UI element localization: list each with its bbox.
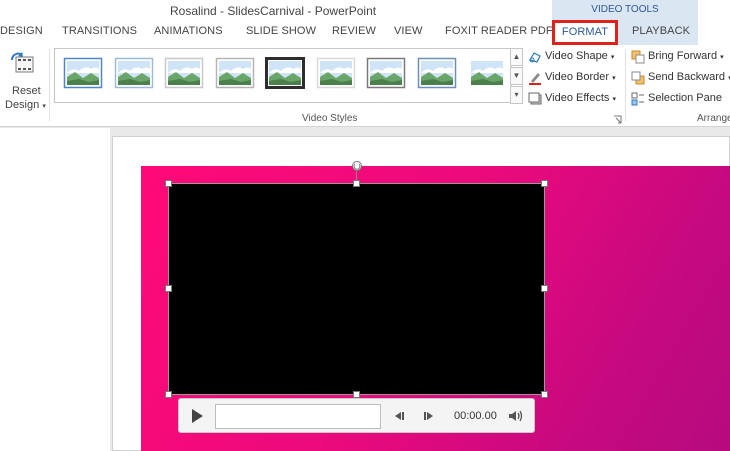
tab-review[interactable]: REVIEW	[332, 25, 376, 37]
rotate-handle-icon[interactable]	[351, 160, 363, 172]
resize-handle-bottom-right[interactable]	[541, 391, 548, 398]
video-style-thumbnail[interactable]	[467, 57, 507, 89]
video-effects-label: Video Effects ▾	[545, 92, 616, 104]
resize-handle-top-left[interactable]	[165, 180, 172, 187]
time-readout: 00:00.00	[454, 410, 497, 422]
resize-handle-right[interactable]	[541, 285, 548, 292]
video-tools-context-header: VIDEO TOOLS	[552, 0, 698, 20]
dropdown-arrow-icon: ▾	[720, 54, 724, 61]
gallery-scroll-down-button[interactable]: ▼	[510, 67, 523, 85]
video-style-thumbnail[interactable]	[265, 57, 305, 89]
group-divider	[49, 49, 50, 121]
title-bar: Rosalind - SlidesCarnival - PowerPoint V…	[0, 0, 730, 20]
video-styles-group-label: Video Styles	[302, 113, 358, 124]
video-tools-label: VIDEO TOOLS	[591, 4, 659, 15]
video-shape-text: Video Shape	[545, 50, 608, 62]
resize-handle-bottom-left[interactable]	[165, 391, 172, 398]
dialog-launcher-icon[interactable]	[613, 115, 622, 124]
skip-forward-icon[interactable]	[423, 410, 435, 422]
arrange-group-label: Arrange	[697, 113, 730, 124]
tab-transitions[interactable]: TRANSITIONS	[62, 25, 137, 37]
video-border-text: Video Border	[545, 71, 610, 83]
send-backward-icon	[631, 71, 645, 85]
dropdown-arrow-icon: ▾	[612, 96, 616, 103]
dropdown-arrow-icon: ▾	[42, 103, 46, 110]
send-backward-text: Send Backward	[648, 71, 726, 83]
video-style-thumbnail[interactable]	[63, 57, 103, 89]
playback-progress-bar[interactable]	[215, 404, 381, 429]
bring-forward-label: Bring Forward ▾	[648, 50, 724, 62]
video-style-thumbnail[interactable]	[215, 57, 255, 89]
selection-pane-icon	[631, 92, 644, 106]
tab-slide-show[interactable]: SLIDE SHOW	[246, 25, 316, 37]
ribbon-format-panel: Reset Design ▾ ▲ ▼ ▾ Video Shape ▾ Video…	[0, 45, 730, 127]
video-style-thumbnail[interactable]	[417, 57, 457, 89]
video-style-thumbnail[interactable]	[366, 57, 406, 89]
tab-view[interactable]: VIEW	[394, 25, 423, 37]
video-effects-icon	[528, 92, 542, 105]
video-style-thumbnail[interactable]	[164, 57, 204, 89]
ribbon-tabs: DESIGN TRANSITIONS ANIMATIONS SLIDE SHOW…	[0, 20, 730, 45]
send-backward-label: Send Backward ▾	[648, 71, 730, 83]
slide-thumbnail-pane[interactable]	[0, 128, 110, 451]
video-styles-gallery	[54, 48, 512, 103]
video-player-controls: 00:00.00	[178, 398, 535, 433]
dropdown-arrow-icon: ▾	[612, 75, 616, 82]
resize-handle-top[interactable]	[353, 180, 360, 187]
tab-design[interactable]: DESIGN	[0, 25, 43, 37]
reset-design-button[interactable]: Reset Design ▾	[2, 49, 46, 115]
video-shape-icon	[529, 52, 541, 63]
gallery-more-button[interactable]: ▾	[510, 86, 523, 104]
video-placeholder[interactable]	[168, 183, 545, 395]
video-shape-label: Video Shape ▾	[545, 50, 614, 62]
skip-back-icon[interactable]	[393, 410, 405, 422]
volume-icon[interactable]	[508, 409, 524, 423]
design-label: Design	[5, 99, 40, 111]
tab-format[interactable]: FORMAT	[552, 20, 618, 45]
dropdown-arrow-icon: ▾	[610, 54, 615, 61]
video-border-label: Video Border ▾	[545, 71, 616, 83]
gallery-scroll-up-button[interactable]: ▲	[510, 48, 523, 66]
resize-handle-left[interactable]	[165, 285, 172, 292]
play-icon[interactable]	[189, 408, 205, 424]
bring-forward-icon	[631, 50, 645, 64]
tab-foxit-reader-pdf[interactable]: FOXIT READER PDF	[445, 25, 553, 37]
tab-animations[interactable]: ANIMATIONS	[154, 25, 223, 37]
video-border-pen-icon	[529, 73, 541, 85]
bring-forward-text: Bring Forward	[648, 50, 718, 62]
reset-design-icon	[11, 52, 34, 73]
reset-label: Reset	[12, 85, 41, 97]
video-effects-text: Video Effects	[545, 92, 610, 104]
video-style-thumbnail[interactable]	[316, 57, 356, 89]
resize-handle-top-right[interactable]	[541, 180, 548, 187]
resize-handle-bottom[interactable]	[353, 391, 360, 398]
window-title: Rosalind - SlidesCarnival - PowerPoint	[170, 4, 377, 18]
selection-pane-label: Selection Pane	[648, 92, 722, 104]
group-divider	[625, 49, 626, 121]
tab-playback[interactable]: PLAYBACK	[632, 25, 690, 37]
design-dropdown-label: Design ▾	[5, 99, 46, 111]
video-style-thumbnail[interactable]	[114, 57, 154, 89]
